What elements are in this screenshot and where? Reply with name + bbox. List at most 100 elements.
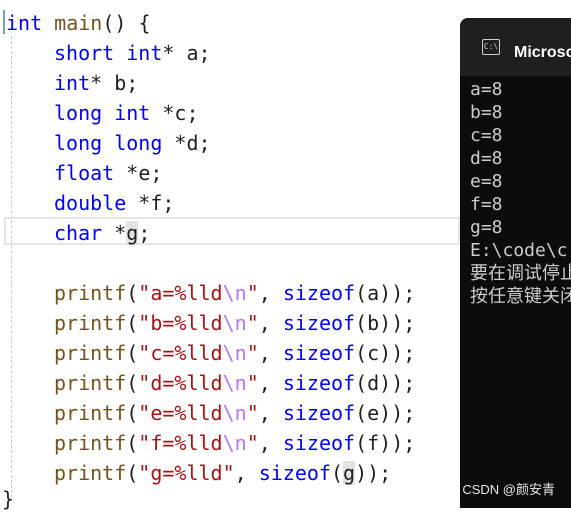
paren-open: ( <box>126 341 139 365</box>
sizeof-argument: (e) <box>355 401 392 425</box>
console-titlebar[interactable]: C:\ Microsoft Visual Studio 调试控制台 <box>460 18 571 76</box>
sizeof-argument: (b) <box>355 311 392 335</box>
escape-sequence: \n <box>222 311 247 335</box>
code-line-declaration: char *g; <box>54 218 150 248</box>
type-keyword: float <box>54 161 115 185</box>
variable-name: d <box>186 131 199 155</box>
format-string: "c=%lld <box>138 341 223 365</box>
type-keyword: long int <box>54 101 151 125</box>
variable-name: g <box>126 221 139 245</box>
escape-sequence: \n <box>222 371 247 395</box>
comma: , <box>258 401 283 425</box>
printf-call: printf <box>54 431 127 455</box>
code-line-printf: printf("e=%lld\n", sizeof(e)); <box>54 398 415 428</box>
console-output-line: a=8 <box>470 79 503 100</box>
pointer-star: * <box>150 101 175 125</box>
format-string: "g=%lld" <box>138 461 235 485</box>
format-string: "a=%lld <box>138 281 223 305</box>
sizeof-operator: sizeof <box>282 431 356 455</box>
brace-match-marker <box>3 10 5 34</box>
terminal-icon: C:\ <box>482 39 500 55</box>
code-line-printf: printf("b=%lld\n", sizeof(b)); <box>54 308 415 338</box>
console-output-line: c=8 <box>470 125 503 146</box>
type-keyword: short int <box>54 41 163 65</box>
console-output-line: g=8 <box>470 217 503 238</box>
format-string: "e=%lld <box>138 401 223 425</box>
sizeof-operator: sizeof <box>282 281 356 305</box>
code-line-printf: printf("a=%lld\n", sizeof(a)); <box>54 278 415 308</box>
console-output-line: d=8 <box>470 148 503 169</box>
console-output-line: 要在调试停止时 <box>470 263 571 284</box>
sizeof-operator: sizeof <box>282 371 356 395</box>
statement-end: ); <box>367 461 392 485</box>
semicolon: ; <box>138 221 151 245</box>
paren-open: ( <box>126 461 139 485</box>
semicolon: ; <box>150 161 163 185</box>
variable-name: c <box>174 101 187 125</box>
variable-name: f <box>150 191 163 215</box>
code-line-declaration: short int* a; <box>54 38 211 68</box>
paren-open: ( <box>126 281 139 305</box>
indent-guide <box>11 36 12 498</box>
format-string-end: " <box>246 371 259 395</box>
console-output-line: b=8 <box>470 102 503 123</box>
sizeof-operator: sizeof <box>282 311 356 335</box>
statement-end: ); <box>391 431 416 455</box>
printf-call: printf <box>54 401 127 425</box>
pointer-star: * <box>102 221 127 245</box>
printf-call: printf <box>54 371 127 395</box>
sizeof-operator: sizeof <box>258 461 331 485</box>
variable-name: e <box>138 161 151 185</box>
semicolon: ; <box>198 41 211 65</box>
pointer-star: * <box>126 191 151 215</box>
semicolon: ; <box>162 191 175 215</box>
sizeof-argument: (c) <box>355 341 392 365</box>
semicolon: ; <box>186 101 199 125</box>
console-output-line: 按任意键关闭 <box>470 286 571 307</box>
escape-sequence: \n <box>222 431 247 455</box>
statement-end: ); <box>391 371 416 395</box>
code-line-declaration: long int *c; <box>54 98 199 128</box>
code-line-closing-brace: } <box>2 487 15 511</box>
escape-sequence: \n <box>222 401 247 425</box>
sizeof-argument: g <box>343 461 356 485</box>
console-output-line: f=8 <box>470 194 503 215</box>
comma: , <box>258 431 283 455</box>
escape-sequence: \n <box>222 281 247 305</box>
pointer-star: * <box>114 161 139 185</box>
format-string: "b=%lld <box>138 311 223 335</box>
keyword-int: int <box>6 11 43 35</box>
main-signature-rest: () { <box>102 11 151 35</box>
sizeof-operator: sizeof <box>282 401 356 425</box>
format-string-end: " <box>246 401 259 425</box>
code-line-printf: printf("f=%lld\n", sizeof(f)); <box>54 428 415 458</box>
code-line-declaration: int* b; <box>54 68 138 98</box>
code-line-declaration: float *e; <box>54 158 162 188</box>
format-string: "d=%lld <box>138 371 223 395</box>
sizeof-operator: sizeof <box>282 341 356 365</box>
comma: , <box>258 281 283 305</box>
pointer-star: * <box>162 131 187 155</box>
semicolon: ; <box>198 131 211 155</box>
paren-open: ( <box>126 311 139 335</box>
printf-call: printf <box>54 311 127 335</box>
statement-end: ); <box>391 311 416 335</box>
watermark: CSDN @颜安青 <box>462 482 555 497</box>
pointer-star: * <box>162 41 187 65</box>
printf-call: printf <box>54 281 127 305</box>
type-keyword: long long <box>54 131 163 155</box>
variable-name: b <box>114 71 127 95</box>
format-string-end: " <box>246 311 259 335</box>
code-line-printf: printf("d=%lld\n", sizeof(d)); <box>54 368 415 398</box>
code-line-printf: printf("c=%lld\n", sizeof(c)); <box>54 338 415 368</box>
format-string: "f=%lld <box>138 431 223 455</box>
code-line-declaration: double *f; <box>54 188 174 218</box>
sizeof-argument: (d) <box>355 371 392 395</box>
debug-console-window[interactable]: C:\ Microsoft Visual Studio 调试控制台 a=8b=8… <box>460 18 571 508</box>
escape-sequence: \n <box>222 341 247 365</box>
sizeof-argument: (a) <box>355 281 392 305</box>
statement-end: ); <box>391 341 416 365</box>
format-string-end: " <box>246 281 259 305</box>
paren-open: ( <box>126 401 139 425</box>
printf-call: printf <box>54 341 127 365</box>
